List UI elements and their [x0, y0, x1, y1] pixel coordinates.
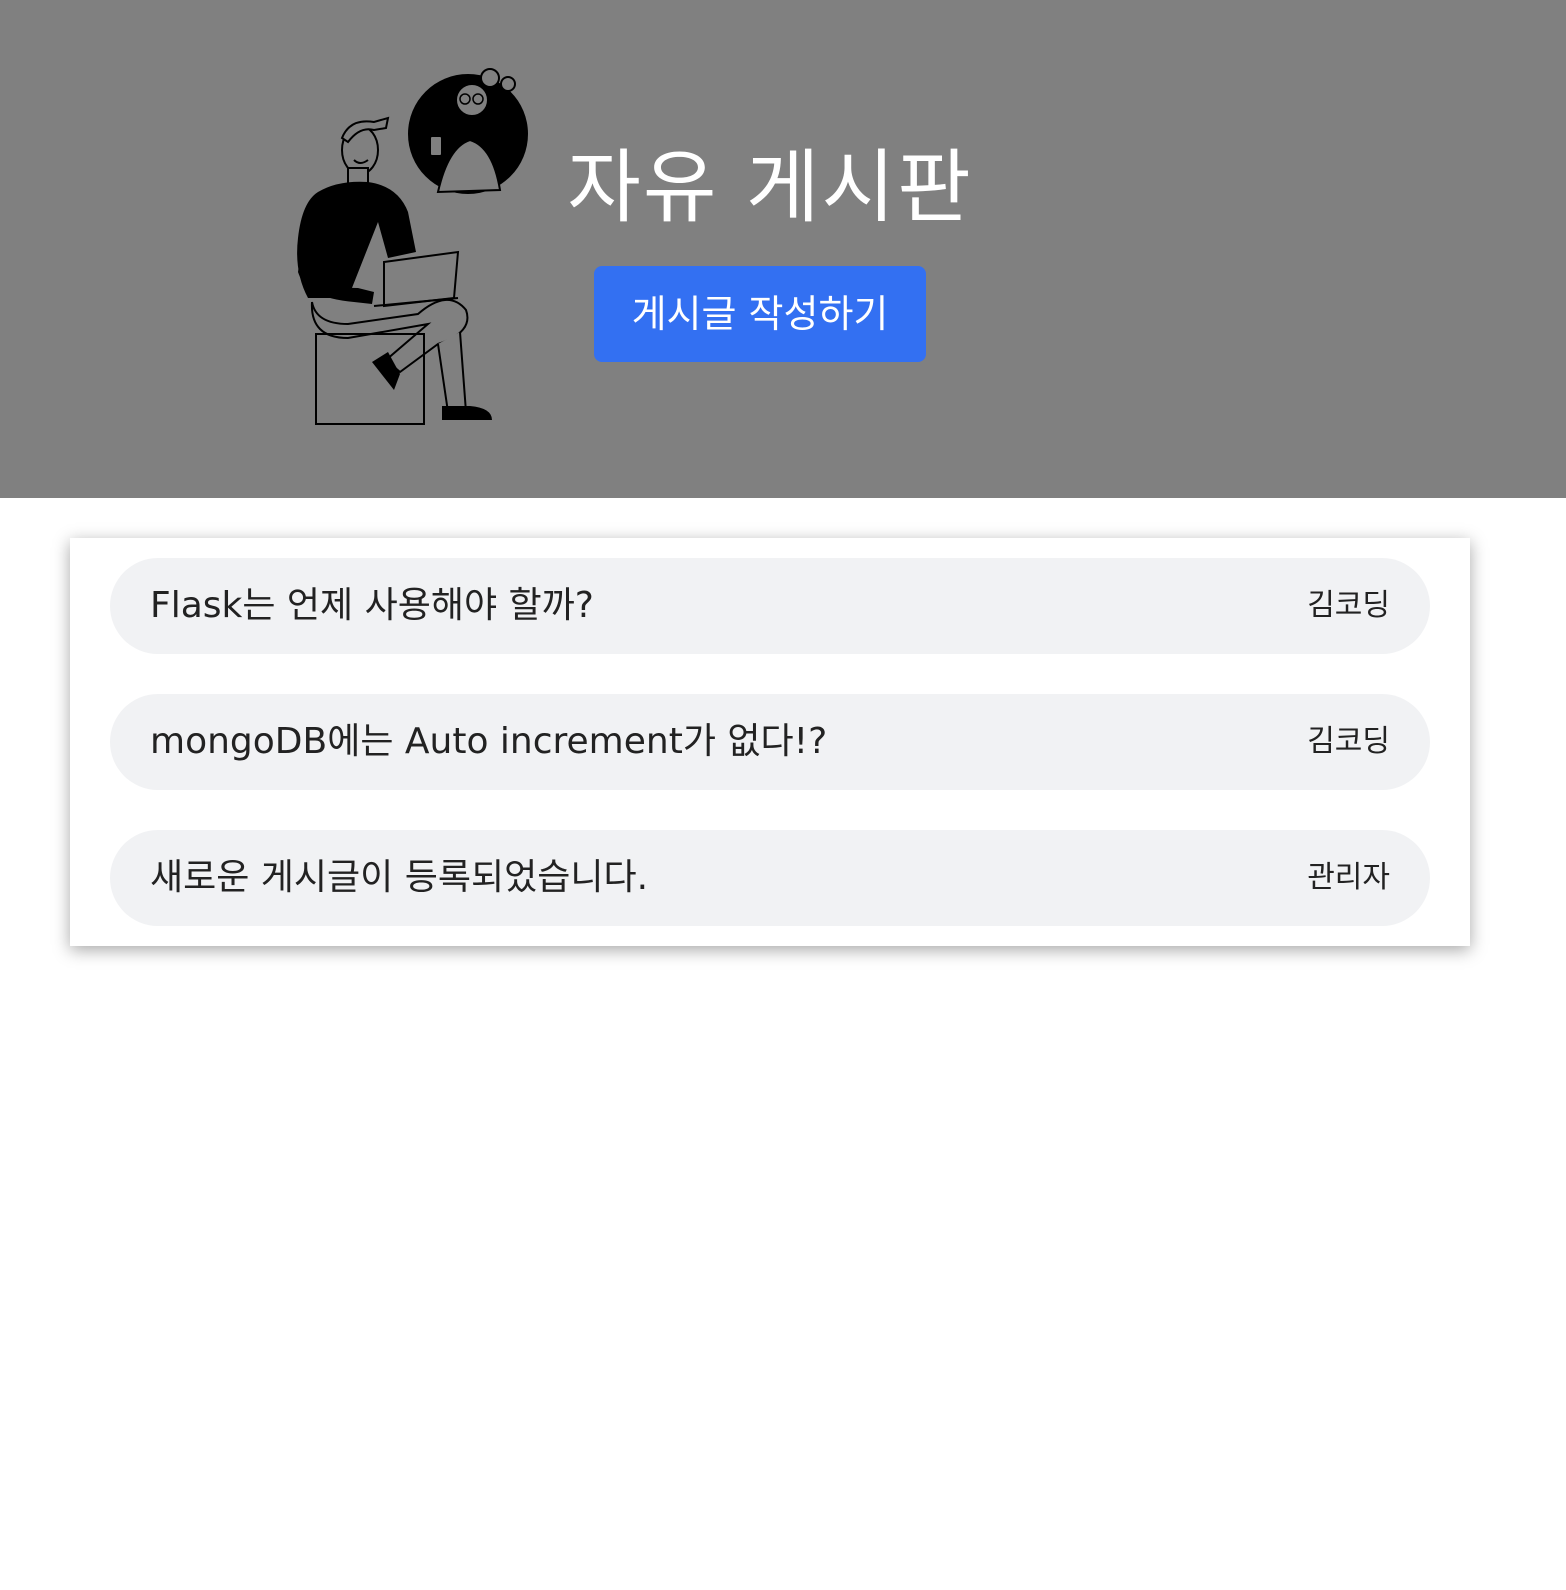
- post-title: 새로운 게시글이 등록되었습니다.: [150, 857, 649, 898]
- post-author: 김코딩: [1307, 588, 1390, 623]
- hero-banner: 자유 게시판 게시글 작성하기: [0, 0, 1566, 498]
- post-item[interactable]: mongoDB에는 Auto increment가 없다!? 김코딩: [110, 694, 1430, 790]
- post-item[interactable]: 새로운 게시글이 등록되었습니다. 관리자: [110, 830, 1430, 926]
- post-title: mongoDB에는 Auto increment가 없다!?: [150, 721, 828, 762]
- post-author: 김코딩: [1307, 724, 1390, 759]
- person-with-laptop-illustration: [297, 68, 528, 425]
- post-list: Flask는 언제 사용해야 할까? 김코딩 mongoDB에는 Auto in…: [70, 538, 1470, 946]
- post-author: 관리자: [1307, 860, 1390, 895]
- post-title: Flask는 언제 사용해야 할까?: [150, 585, 594, 626]
- write-post-button[interactable]: 게시글 작성하기: [594, 266, 926, 362]
- post-item[interactable]: Flask는 언제 사용해야 할까? 김코딩: [110, 558, 1430, 654]
- page-title: 자유 게시판: [567, 141, 973, 234]
